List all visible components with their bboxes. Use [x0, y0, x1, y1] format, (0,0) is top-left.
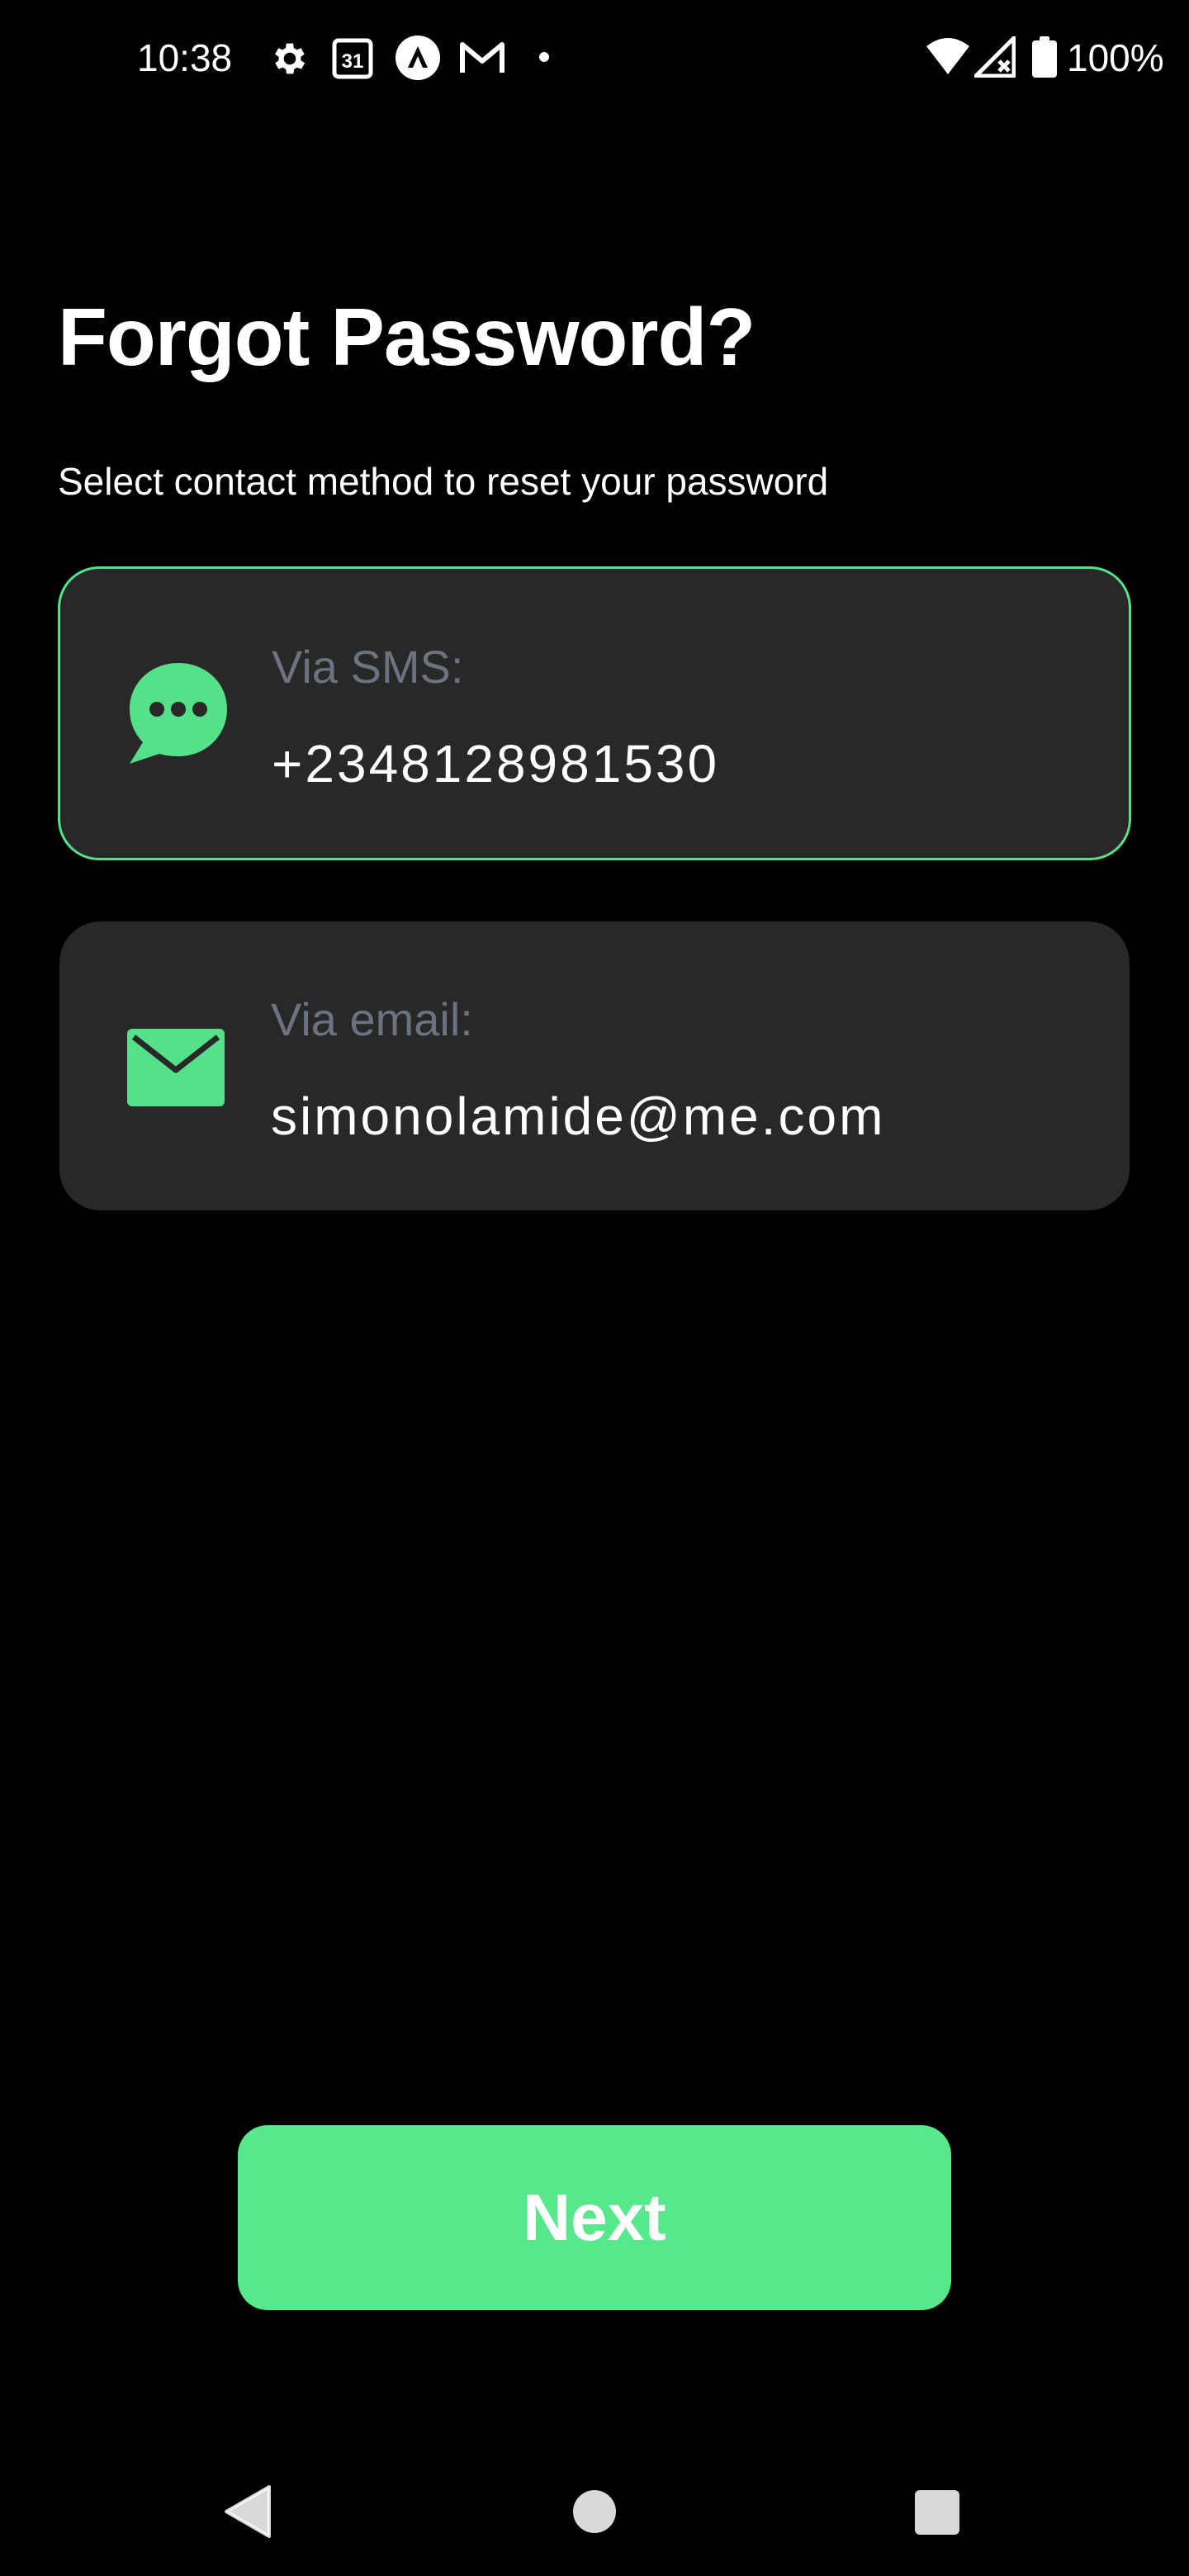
- status-time: 10:38: [137, 36, 233, 79]
- svg-text:31: 31: [342, 50, 364, 73]
- next-button[interactable]: Next: [238, 2125, 951, 2310]
- signal-icon: [973, 36, 1016, 82]
- chat-bubble-icon: [126, 661, 234, 769]
- sms-method-label: Via SMS:: [272, 641, 464, 693]
- sms-method-value: +2348128981530: [272, 734, 720, 793]
- gear-icon: [269, 38, 310, 83]
- email-method-label: Via email:: [271, 993, 473, 1045]
- email-method-value: simonolamide@me.com: [271, 1087, 886, 1146]
- navigation-bar: [0, 2444, 1189, 2576]
- wifi-icon: [925, 36, 971, 80]
- home-icon[interactable]: [571, 2488, 618, 2539]
- calendar-icon: 31: [332, 36, 373, 83]
- recents-icon[interactable]: [915, 2490, 959, 2539]
- email-method-card[interactable]: Via email: simonolamide@me.com: [59, 921, 1130, 1210]
- status-bar: 10:38 31 100%: [0, 0, 1189, 116]
- back-icon[interactable]: [223, 2485, 271, 2542]
- sms-method-card[interactable]: Via SMS: +2348128981530: [58, 566, 1131, 860]
- mail-icon: [127, 1029, 234, 1136]
- dot-icon: [538, 51, 550, 67]
- battery-icon: [1032, 36, 1057, 82]
- a-circle-icon: [395, 35, 441, 85]
- page-subtitle: Select contact method to reset your pass…: [58, 460, 829, 503]
- battery-percentage: 100%: [1067, 36, 1164, 79]
- gmail-icon: [459, 40, 505, 78]
- page-title: Forgot Password?: [58, 291, 756, 382]
